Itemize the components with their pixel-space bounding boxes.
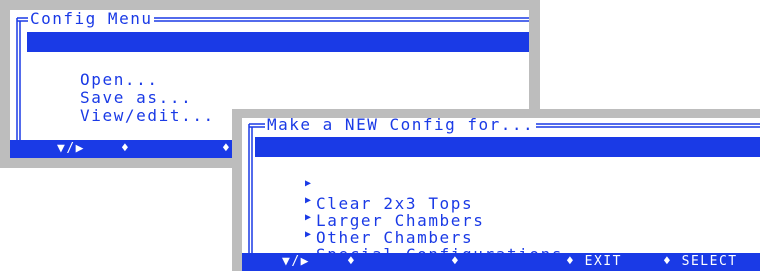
fkey-2[interactable]: ♦ xyxy=(121,140,130,158)
new-config-title: Make a NEW Config for... xyxy=(265,118,537,134)
config-menu-title: Config Menu xyxy=(28,10,155,28)
menu-item-special-configurations[interactable]: ▶ Special Configurations xyxy=(255,205,760,264)
submenu-arrow-icon: ▶ xyxy=(305,229,313,240)
menu-item-label: View/edit... xyxy=(80,106,215,125)
menu-item-view-edit[interactable]: View/edit... xyxy=(27,86,529,125)
new-config-function-key-bar: ▼/▶ ♦ ♦ ♦ EXIT ♦ SELECT xyxy=(242,253,760,271)
exit-button[interactable]: ♦ EXIT xyxy=(566,253,622,271)
new-config-screen: Make a NEW Config for... ▶ Light Sources… xyxy=(242,118,760,271)
fkey-nav[interactable]: ▼/▶ xyxy=(282,253,310,271)
menu-item-new[interactable]: New... xyxy=(27,32,529,71)
fkey-nav[interactable]: ▼/▶ xyxy=(57,140,85,158)
fkey-3[interactable]: ♦ xyxy=(222,140,231,158)
menu-item-save-as[interactable]: Save as... xyxy=(27,68,529,107)
new-config-window: Make a NEW Config for... ▶ Light Sources… xyxy=(232,109,760,271)
fkey-3[interactable]: ♦ xyxy=(451,253,460,271)
select-button[interactable]: ♦ SELECT xyxy=(663,253,738,271)
menu-item-open[interactable]: Open... xyxy=(27,50,529,89)
fkey-2[interactable]: ♦ xyxy=(347,253,356,271)
